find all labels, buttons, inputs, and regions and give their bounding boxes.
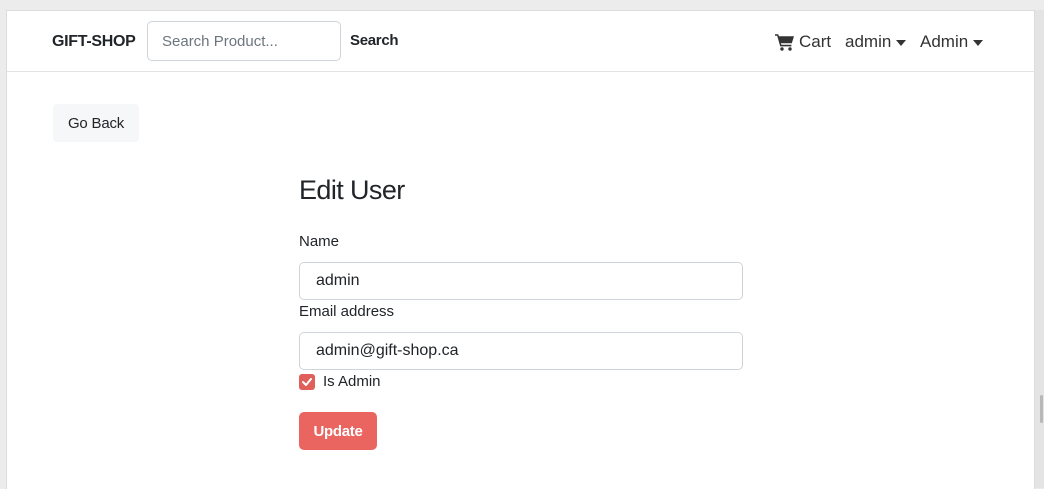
cart-link[interactable]: Cart [775,30,831,54]
navbar: GIFT-SHOP Search Cart admin Admin [7,11,1034,72]
admin-dropdown-label: Admin [920,32,969,51]
is-admin-row: Is Admin [299,373,381,390]
shopping-cart-icon [775,34,794,51]
admin-dropdown[interactable]: Admin [920,30,984,54]
user-dropdown[interactable]: admin [845,30,907,54]
user-dropdown-label: admin [845,32,892,51]
is-admin-label: Is Admin [323,373,381,390]
page-title: Edit User [299,175,405,205]
caret-down-icon [896,39,907,46]
search-input[interactable] [147,21,341,61]
scrollbar-thumb[interactable] [1040,395,1043,423]
cart-label: Cart [799,32,832,51]
go-back-button[interactable]: Go Back [53,104,139,142]
update-button[interactable]: Update [299,412,377,450]
email-label: Email address [299,303,395,320]
email-field[interactable] [299,332,743,370]
name-field[interactable] [299,262,743,300]
name-label: Name [299,233,340,250]
check-icon [302,377,312,386]
is-admin-checkbox[interactable] [299,373,315,390]
brand-logo[interactable]: GIFT-SHOP [52,33,136,51]
page: GIFT-SHOP Search Cart admin Admin Go Bac… [6,10,1035,489]
caret-down-icon [973,39,984,46]
search-button[interactable]: Search [350,32,399,49]
